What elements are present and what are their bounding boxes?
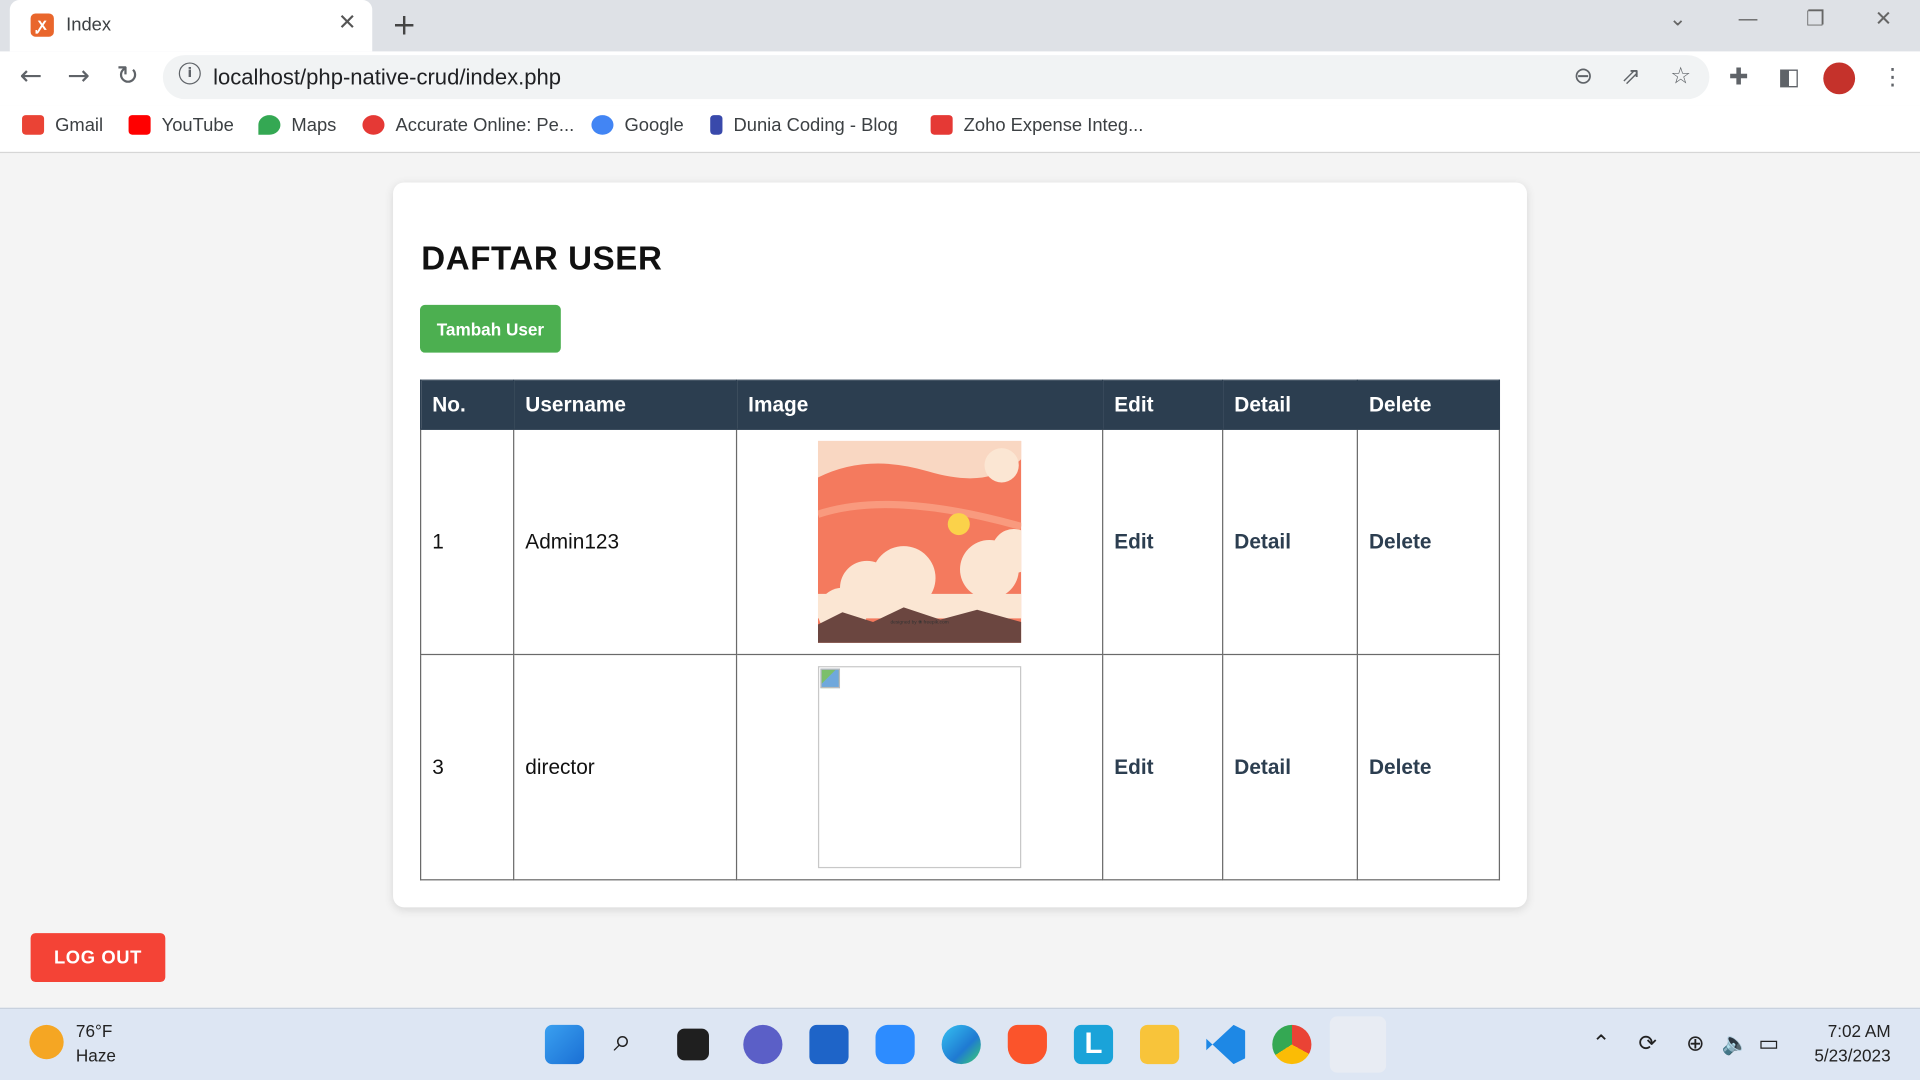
- table-header-row: No. Username Image Edit Detail Delete: [420, 379, 1501, 430]
- delete-link[interactable]: Delete: [1356, 653, 1501, 881]
- col-image: Image: [735, 379, 1104, 430]
- chrome-icon[interactable]: [1272, 1024, 1312, 1065]
- close-tab-icon[interactable]: ✕: [338, 10, 356, 36]
- accurate-icon: [362, 115, 385, 135]
- user-table: No. Username Image Edit Detail Delete 1 …: [420, 379, 1501, 881]
- show-hidden-icons-icon[interactable]: ⌃: [1592, 1031, 1610, 1057]
- page-content: DAFTAR USER Tambah User No. Username Ima…: [0, 154, 1920, 1008]
- battery-icon[interactable]: ▭: [1758, 1031, 1779, 1057]
- user-image: designed by ❀ freepik.com: [817, 440, 1022, 643]
- tab-title: Index: [66, 14, 112, 36]
- site-info-icon[interactable]: i: [178, 62, 201, 85]
- logout-button[interactable]: LOG OUT: [30, 933, 166, 983]
- sync-icon[interactable]: ⟳: [1638, 1031, 1656, 1057]
- detail-link[interactable]: Detail: [1222, 428, 1358, 656]
- back-icon[interactable]: ←: [20, 61, 43, 92]
- file-explorer-icon[interactable]: [1140, 1024, 1180, 1065]
- add-user-button[interactable]: Tambah User: [420, 304, 561, 353]
- cell-no: 3: [420, 653, 515, 881]
- address-bar[interactable]: i localhost/php-native-crud/index.php ⊖ …: [162, 55, 1710, 100]
- extensions-icon[interactable]: ✚: [1729, 64, 1748, 91]
- weather-temp[interactable]: 76°F: [76, 1021, 112, 1041]
- col-edit: Edit: [1102, 379, 1224, 430]
- clock-date[interactable]: 5/23/2023: [1795, 1046, 1890, 1066]
- col-detail: Detail: [1222, 379, 1358, 430]
- tab-index[interactable]: ꭙ Index ✕: [9, 0, 373, 52]
- cell-image: [735, 653, 1104, 881]
- zoho-icon: [930, 115, 953, 135]
- search-icon[interactable]: ⌕: [613, 1022, 631, 1060]
- edge-icon[interactable]: [941, 1024, 981, 1065]
- volume-icon[interactable]: 🔈: [1722, 1031, 1749, 1057]
- profile-avatar[interactable]: [1823, 62, 1856, 95]
- cell-no: 1: [420, 428, 515, 656]
- cell-username: Admin123: [513, 428, 738, 656]
- col-no: No.: [420, 379, 515, 430]
- l-app-icon[interactable]: L: [1073, 1024, 1114, 1065]
- restore-icon[interactable]: ❐: [1806, 7, 1825, 31]
- broken-image: [817, 666, 1022, 869]
- brave-icon[interactable]: [1007, 1024, 1047, 1065]
- tab-search-icon[interactable]: ⌄: [1669, 7, 1686, 31]
- windows-start-icon[interactable]: [544, 1024, 585, 1065]
- bookmark-duniacoding[interactable]: Dunia Coding - Blog: [710, 115, 898, 136]
- edit-link[interactable]: Edit: [1102, 653, 1224, 881]
- side-panel-icon[interactable]: ◧: [1778, 64, 1800, 91]
- bookmarks-bar: Gmail YouTube Maps Accurate Online: Pe..…: [0, 105, 1920, 154]
- bookmark-accurate[interactable]: Accurate Online: Pe...: [362, 115, 574, 136]
- browser-toolbar: ← → ↻ i localhost/php-native-crud/index.…: [0, 51, 1920, 106]
- minimize-icon[interactable]: —: [1738, 7, 1759, 31]
- gmail-icon: [22, 115, 45, 135]
- weather-condition[interactable]: Haze: [76, 1046, 116, 1066]
- bookmark-star-icon[interactable]: ☆: [1670, 62, 1691, 89]
- cell-image: designed by ❀ freepik.com: [735, 428, 1104, 656]
- new-tab-icon[interactable]: +: [392, 7, 417, 41]
- bookmark-youtube[interactable]: YouTube: [128, 115, 234, 136]
- taskbar: 76°F Haze ⌕ L ⌃ ⟳ ⊕ 🔈 ▭ 7:02 AM 5/23/202…: [0, 1007, 1920, 1080]
- store-icon[interactable]: [809, 1024, 849, 1065]
- url-text: localhost/php-native-crud/index.php: [213, 64, 562, 90]
- globe-icon[interactable]: ⊕: [1686, 1031, 1704, 1057]
- table-row: 1 Admin123 designed by ❀ freepik.com Edi…: [420, 428, 1501, 656]
- edit-link[interactable]: Edit: [1102, 428, 1224, 656]
- duniacoding-icon: [710, 115, 723, 135]
- zoom-icon[interactable]: ⊖: [1573, 62, 1592, 89]
- table-row: 3 director Edit Detail Delete: [420, 653, 1501, 881]
- reload-icon[interactable]: ↻: [116, 61, 139, 92]
- forward-icon[interactable]: →: [67, 61, 90, 92]
- clock-time[interactable]: 7:02 AM: [1810, 1021, 1891, 1041]
- col-username: Username: [513, 379, 738, 430]
- snipping-tool-icon[interactable]: [1329, 1016, 1387, 1073]
- bookmark-gmail[interactable]: Gmail: [22, 115, 103, 136]
- tab-strip: ꭙ Index ✕ + ⌄ — ❐ ✕: [0, 0, 1920, 52]
- vscode-icon[interactable]: [1206, 1024, 1246, 1065]
- xampp-icon: ꭙ: [30, 13, 54, 37]
- share-icon[interactable]: ⇗: [1621, 62, 1640, 89]
- page-title: DAFTAR USER: [421, 240, 663, 277]
- google-icon: [591, 115, 614, 135]
- col-delete: Delete: [1356, 379, 1501, 430]
- menu-icon[interactable]: ⋮: [1881, 64, 1904, 91]
- delete-link[interactable]: Delete: [1356, 428, 1501, 656]
- bookmark-maps[interactable]: Maps: [258, 115, 336, 136]
- bookmark-google[interactable]: Google: [591, 115, 684, 136]
- zoom-icon[interactable]: [875, 1024, 915, 1065]
- cell-username: director: [513, 653, 738, 881]
- close-window-icon[interactable]: ✕: [1875, 7, 1892, 31]
- maps-icon: [258, 115, 281, 135]
- task-view-icon[interactable]: [677, 1028, 709, 1061]
- detail-link[interactable]: Detail: [1222, 653, 1358, 881]
- chat-icon[interactable]: [743, 1024, 783, 1065]
- youtube-icon: [128, 115, 151, 135]
- weather-haze-icon[interactable]: [29, 1024, 64, 1060]
- user-list-card: DAFTAR USER Tambah User No. Username Ima…: [393, 182, 1527, 908]
- svg-text:designed by ❀ freepik.com: designed by ❀ freepik.com: [890, 619, 948, 625]
- bookmark-zoho[interactable]: Zoho Expense Integ...: [930, 115, 1143, 136]
- broken-image-icon: [820, 668, 841, 689]
